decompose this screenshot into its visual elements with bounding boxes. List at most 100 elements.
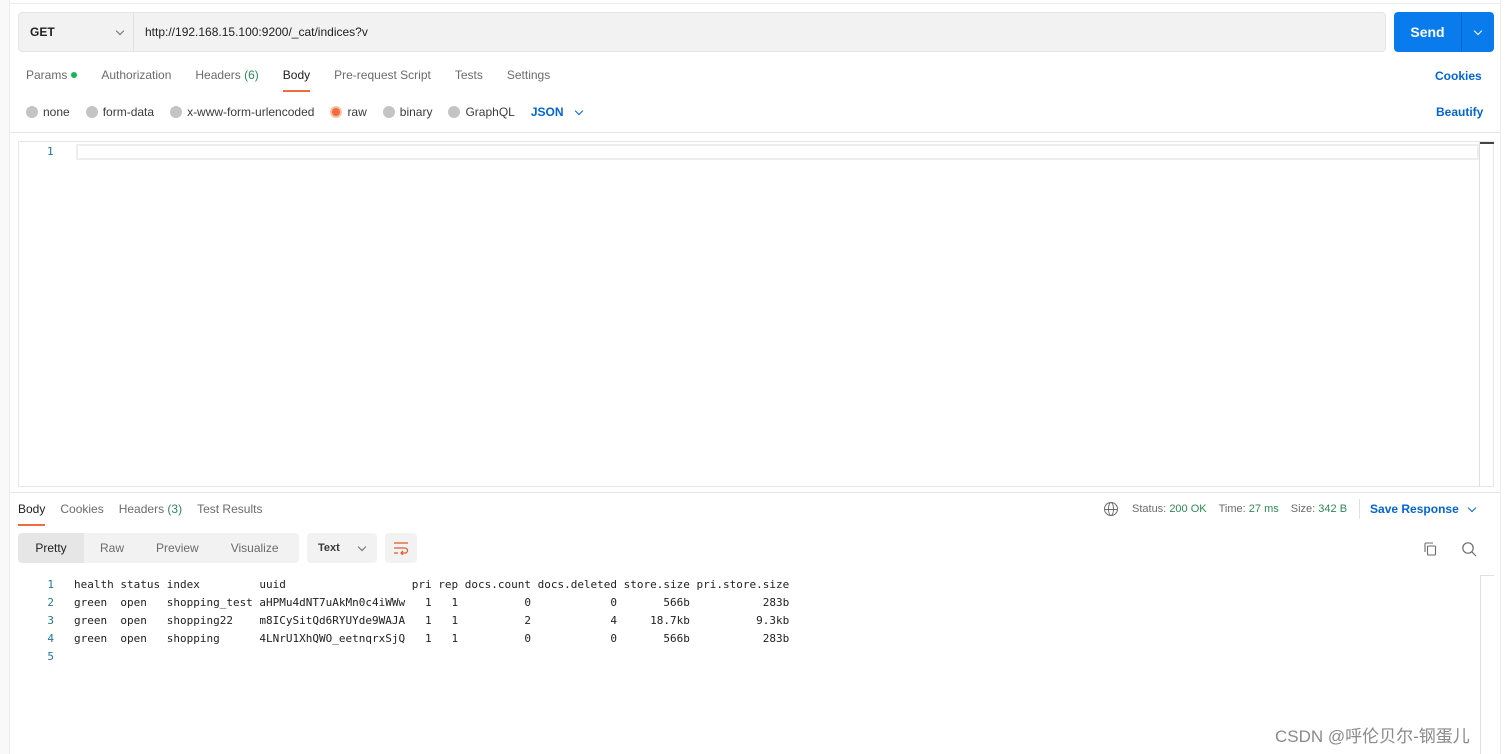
line-text: health status index uuid pri rep docs.co… [74, 578, 790, 591]
radio-raw[interactable]: raw [330, 105, 367, 119]
radio-binary[interactable]: binary [382, 105, 433, 119]
radio-label: none [43, 105, 70, 119]
response-scrollbar[interactable] [1480, 575, 1494, 754]
editor-scrollbar[interactable] [1479, 142, 1494, 486]
globe-icon[interactable] [1104, 502, 1118, 516]
copy-button[interactable] [1420, 539, 1440, 559]
raw-format-select[interactable]: JSON [531, 105, 583, 119]
radio-circle-icon [170, 106, 183, 118]
divider [10, 132, 1501, 133]
code-line: 2 green open shopping_test aHPMu4dNT7uAk… [18, 594, 789, 612]
line-number: 1 [47, 145, 54, 158]
chevron-down-icon [357, 542, 367, 551]
status-label: Status: [1132, 503, 1167, 515]
beautify-link[interactable]: Beautify [1436, 105, 1483, 119]
chevron-down-icon [115, 26, 125, 35]
line-number: 5 [47, 650, 54, 663]
view-mode-preview[interactable]: Preview [140, 533, 215, 563]
code-line: 3 green open shopping22 m8ICySitQd6RYUYd… [18, 612, 789, 630]
tab-label: Pre-request Script [334, 68, 431, 82]
response-format-select[interactable]: Text [307, 533, 377, 563]
response-format-label: Text [318, 542, 340, 554]
wrap-lines-icon [394, 542, 409, 555]
size-label: Size: [1290, 503, 1316, 515]
right-border [1500, 0, 1501, 754]
tab-label: Headers [118, 502, 165, 516]
divider [10, 492, 1501, 493]
tab-settings[interactable]: Settings [507, 66, 550, 92]
tab-label: Cookies [60, 502, 104, 516]
code-line: 4 green open shopping 4LNrU1XhQWO_eetnqr… [18, 630, 789, 648]
view-mode-selector: Pretty Raw Preview Visualize [18, 533, 299, 563]
cookies-link[interactable]: Cookies [1435, 69, 1482, 83]
time-label: Time: [1218, 503, 1246, 515]
radio-label: form-data [102, 105, 155, 119]
wrap-lines-button[interactable] [385, 533, 417, 563]
response-tab-cookies[interactable]: Cookies [60, 500, 103, 526]
tab-tests[interactable]: Tests [455, 66, 483, 92]
send-options-button[interactable] [1462, 12, 1494, 52]
tab-label: Test Results [197, 502, 263, 516]
save-response-label: Save Response [1370, 502, 1459, 516]
line-number: 1 [47, 578, 54, 591]
tab-label: Tests [454, 68, 483, 82]
watermark: CSDN @呼伦贝尔-钢蛋儿 [1275, 727, 1470, 746]
response-status-bar: Status: 200 OK Time: 27 ms Size: 342 B S… [1104, 499, 1476, 519]
tab-headers[interactable]: Headers (6) [195, 66, 258, 92]
save-response-button[interactable]: Save Response [1370, 502, 1476, 516]
tab-pre-request-script[interactable]: Pre-request Script [334, 66, 431, 92]
radio-circle-icon [382, 106, 395, 118]
divider [1359, 499, 1361, 519]
size-stat[interactable]: Size: 342 B [1291, 503, 1347, 515]
url-input[interactable] [134, 13, 1385, 51]
line-text: green open shopping22 m8ICySitQd6RYUYde9… [74, 614, 790, 627]
response-body-viewer[interactable]: 1 health status index uuid pri rep docs.… [18, 576, 789, 666]
tab-label: Body [282, 68, 311, 82]
status-stat[interactable]: Status: 200 OK [1132, 503, 1207, 515]
send-button-group: Send [1394, 12, 1494, 52]
code-line: 5 [18, 648, 789, 666]
method-label: GET [30, 25, 55, 39]
search-button[interactable] [1459, 539, 1479, 559]
tab-label: Params [26, 68, 68, 82]
view-mode-visualize[interactable]: Visualize [215, 533, 295, 563]
response-tab-test-results[interactable]: Test Results [197, 500, 262, 526]
top-divider [10, 3, 1501, 4]
radio-none[interactable]: none [26, 105, 70, 119]
view-mode-pretty[interactable]: Pretty [18, 533, 84, 563]
time-stat[interactable]: Time: 27 ms [1219, 503, 1279, 515]
tab-label: Settings [506, 68, 551, 82]
send-button[interactable]: Send [1394, 12, 1462, 52]
time-value: 27 ms [1248, 503, 1279, 515]
tab-authorization[interactable]: Authorization [101, 66, 171, 92]
headers-count: (3) [167, 502, 183, 516]
radio-circle-icon [85, 106, 98, 118]
headers-count: (6) [244, 68, 259, 82]
method-select[interactable]: GET [19, 13, 134, 51]
copy-icon [1424, 542, 1437, 556]
radio-label: raw [347, 105, 367, 119]
response-tabs: Body Cookies Headers (3) Test Results [18, 500, 277, 526]
tab-label: Body [18, 502, 46, 516]
response-tab-headers[interactable]: Headers (3) [119, 500, 182, 526]
tab-params[interactable]: Params [26, 66, 78, 92]
radio-x-www-form-urlencoded[interactable]: x-www-form-urlencoded [170, 105, 314, 119]
line-number: 4 [47, 632, 54, 645]
code-line: 1 health status index uuid pri rep docs.… [18, 576, 789, 594]
url-bar: GET [18, 12, 1386, 52]
request-body-editor[interactable]: 1 [18, 141, 1494, 487]
tab-label: Headers [195, 68, 241, 82]
size-value: 342 B [1318, 503, 1348, 515]
tab-body[interactable]: Body [282, 66, 311, 92]
view-mode-raw[interactable]: Raw [84, 533, 140, 563]
chevron-down-icon [1473, 26, 1483, 35]
body-type-options: none form-data x-www-form-urlencoded raw… [26, 104, 583, 120]
radio-form-data[interactable]: form-data [85, 105, 155, 119]
request-tabs: Params Authorization Headers (6) Body Pr… [26, 66, 574, 92]
params-active-dot-icon [71, 72, 78, 78]
radio-label: binary [399, 105, 433, 119]
response-tab-body[interactable]: Body [18, 500, 46, 526]
tab-label: Authorization [101, 68, 172, 82]
line-text: green open shopping 4LNrU1XhQWO_eetnqrxS… [74, 632, 790, 645]
radio-graphql[interactable]: GraphQL [448, 105, 515, 119]
